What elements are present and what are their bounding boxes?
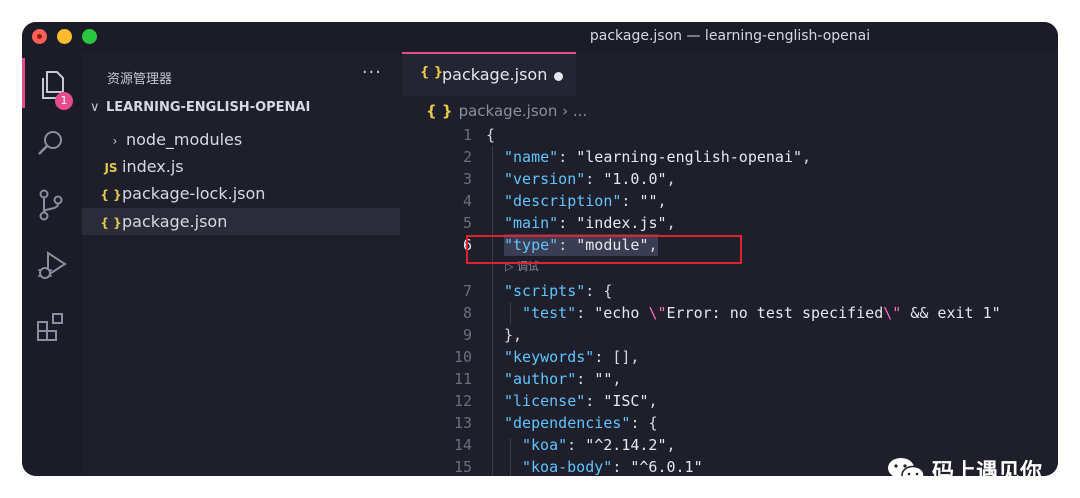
line-number: 7 (462, 282, 472, 300)
tab-package-json[interactable]: { } package.json (402, 52, 576, 96)
zoom-window-button[interactable] (82, 29, 97, 44)
breadcrumb-file: package.json (458, 102, 558, 120)
code-line[interactable]: 14 "koa": "^2.14.2", (402, 434, 1058, 456)
code-text: "main": "index.js", (504, 214, 676, 232)
workspace-root-folder[interactable]: ∨ LEARNING-ENGLISH-OPENAI (90, 100, 310, 115)
explorer-badge: 1 (55, 92, 73, 110)
code-line[interactable]: 10 "keywords": [], (402, 346, 1058, 368)
watermark-text: 码上遇见你 (932, 460, 1043, 476)
line-number: 5 (462, 214, 472, 232)
tree-item-label: package.json (122, 212, 228, 231)
code-line[interactable]: 7 "scripts": { (402, 280, 1058, 302)
code-line[interactable]: 2 "name": "learning-english-openai", (402, 146, 1058, 168)
code-text: "test": "echo \"Error: no test specified… (522, 304, 1001, 322)
code-line[interactable]: 12 "license": "ISC", (402, 390, 1058, 412)
workspace-root-label: LEARNING-ENGLISH-OPENAI (106, 100, 311, 115)
line-number: 4 (462, 192, 472, 210)
line-number: 13 (453, 414, 472, 432)
tree-item-label: package-lock.json (122, 184, 266, 203)
code-line[interactable]: 9}, (402, 324, 1058, 346)
tree-item-package-lock-json[interactable]: { }package-lock.json (82, 180, 400, 207)
tree-item-package-json[interactable]: { }package.json (82, 208, 400, 235)
line-number: 3 (462, 170, 472, 188)
code-text: { (486, 126, 496, 144)
run-debug-icon (38, 251, 67, 279)
code-text: "dependencies": { (504, 414, 658, 432)
code-text: "name": "learning-english-openai", (504, 148, 812, 166)
json-file-icon: { } (420, 65, 444, 80)
code-text: "keywords": [], (504, 348, 640, 366)
line-number: 12 (453, 392, 472, 410)
line-number: 9 (462, 326, 472, 344)
extensions-icon (37, 313, 63, 341)
code-text: "license": "ISC", (504, 392, 658, 410)
wechat-icon (888, 458, 925, 476)
code-line[interactable]: 8 "test": "echo \"Error: no test specifie… (402, 302, 1058, 324)
line-number: 11 (453, 370, 472, 388)
annotation-highlight-box (466, 235, 742, 264)
code-text: "description": "", (504, 192, 667, 210)
editor-area: { } package.json { } package.json › ... 1… (402, 52, 1058, 476)
tree-item-label: node_modules (126, 130, 243, 149)
breadcrumb[interactable]: { } package.json › ... (426, 102, 587, 120)
line-number: 8 (462, 304, 472, 322)
chevron-down-icon: ∨ (90, 100, 100, 115)
explorer-title: 资源管理器 (107, 72, 173, 87)
window-title: package.json — learning-english-openai (589, 28, 871, 44)
activity-explorer[interactable]: 1 (22, 58, 82, 110)
line-number: 15 (453, 458, 472, 476)
code-text: "koa-body": "^6.0.1" (522, 458, 703, 476)
line-number: 2 (462, 148, 472, 166)
title-bar: package.json — learning-english-openai (22, 22, 1058, 52)
code-text: "author": "", (504, 370, 622, 388)
line-number: 14 (453, 436, 472, 454)
activity-bar: 1 (22, 52, 82, 476)
minimize-window-button[interactable] (57, 29, 72, 44)
activity-extensions[interactable] (22, 300, 82, 350)
breadcrumb-rest: › ... (562, 102, 588, 120)
close-window-button[interactable] (32, 29, 47, 44)
tree-item-node-modules[interactable]: › node_modules (82, 126, 400, 153)
tree-item-label: index.js (122, 157, 184, 176)
code-editor[interactable]: 1{2 "name": "learning-english-openai", 3 "v… (402, 124, 1058, 476)
code-text: }, (504, 326, 523, 344)
code-text: "scripts": { (504, 282, 613, 300)
activity-search[interactable] (22, 116, 82, 166)
code-text: "version": "1.0.0", (504, 170, 676, 188)
json-file-icon: { } (100, 216, 122, 230)
activity-run-debug[interactable] (22, 238, 82, 288)
code-line[interactable]: 1{ (402, 124, 1058, 146)
line-number: 10 (453, 348, 472, 366)
code-line[interactable]: 3 "version": "1.0.0", (402, 168, 1058, 190)
json-file-icon: { } (100, 188, 122, 202)
chevron-right-icon: › (112, 134, 118, 148)
source-control-icon (39, 189, 63, 221)
tree-item-index-js[interactable]: JS index.js (82, 153, 400, 180)
javascript-file-icon: JS (104, 161, 118, 175)
explorer-sidebar: 资源管理器 ··· ∨ LEARNING-ENGLISH-OPENAI › node… (82, 52, 402, 476)
line-number: 6 (462, 236, 472, 254)
code-line[interactable]: 4 "description": "", (402, 190, 1058, 212)
code-line[interactable]: 13 "dependencies": { (402, 412, 1058, 434)
code-line[interactable]: 5 "main": "index.js", (402, 212, 1058, 234)
json-file-icon: { } (426, 102, 453, 120)
more-actions-button[interactable]: ··· (362, 62, 382, 83)
code-line[interactable]: 11 "author": "", (402, 368, 1058, 390)
search-icon (38, 131, 62, 155)
line-number: 1 (462, 126, 472, 144)
code-text: "koa": "^2.14.2", (522, 436, 676, 454)
activity-source-control[interactable] (22, 176, 82, 226)
unsaved-dot-icon[interactable] (554, 72, 563, 81)
tab-label: package.json (442, 65, 548, 84)
